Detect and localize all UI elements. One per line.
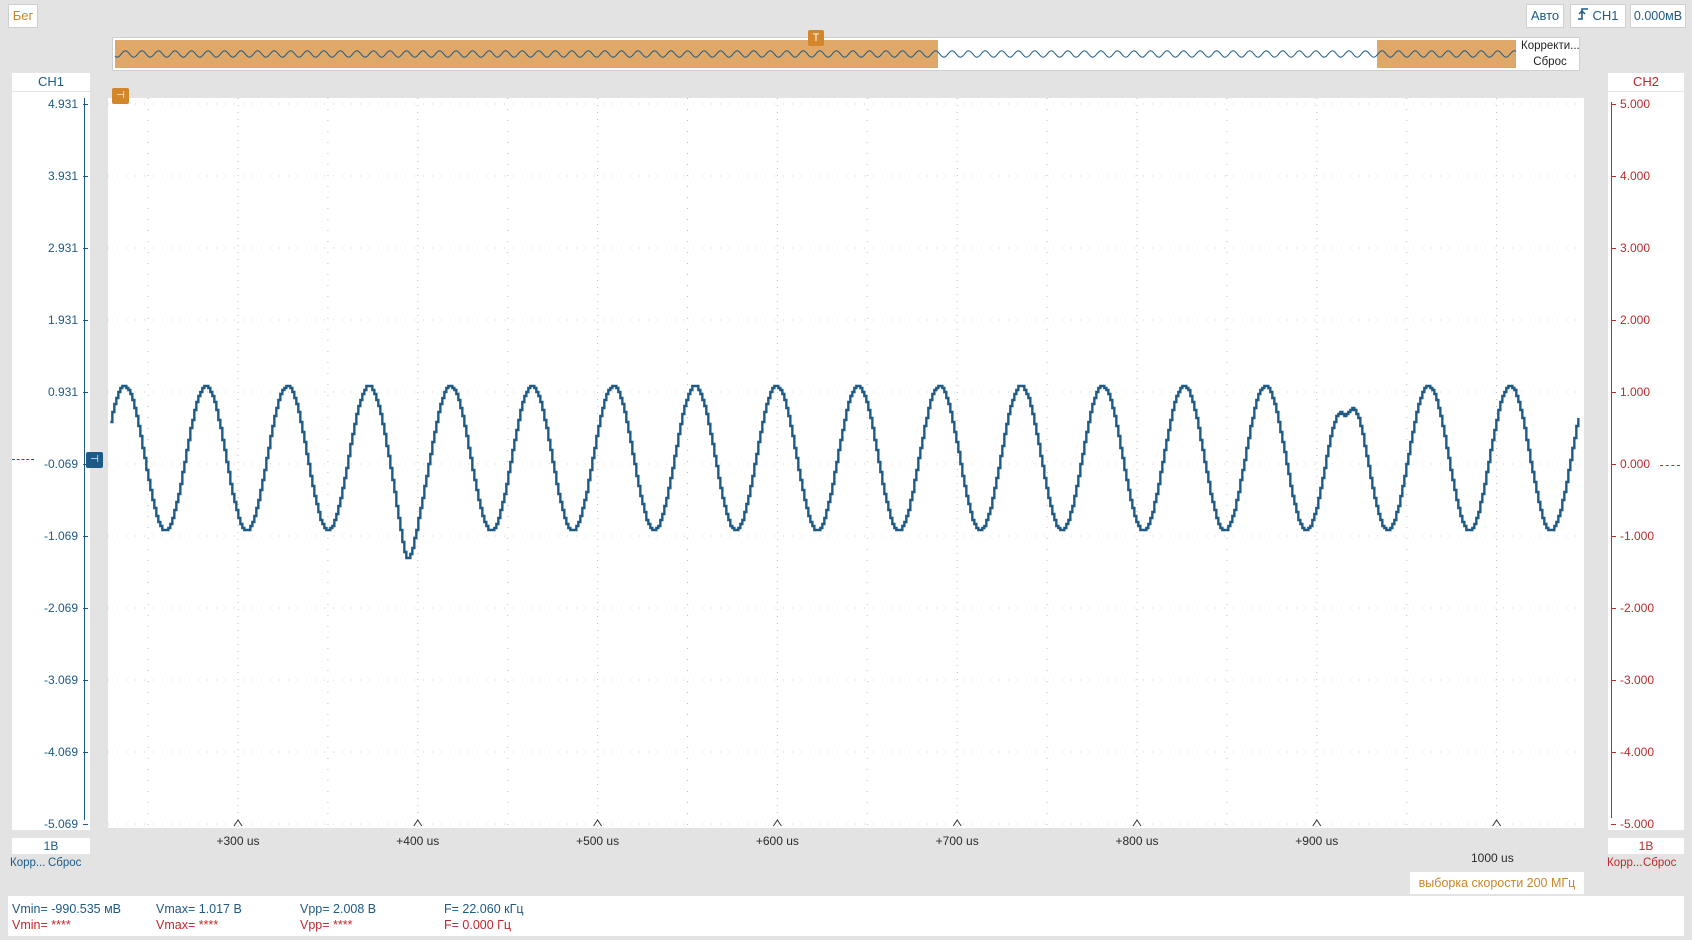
ch2-vpp: Vpp= ****: [300, 918, 353, 932]
ch2-tick-mark: [1611, 104, 1616, 105]
ch1-tick-mark: [83, 752, 88, 753]
ch2-tick-mark: [1611, 680, 1616, 681]
trigger-level-button[interactable]: 0.000мВ: [1630, 4, 1686, 28]
trigger-position-marker[interactable]: T: [808, 30, 824, 46]
time-tick-mark: [1492, 819, 1502, 827]
ch2-scale-label: 1В: [1608, 838, 1684, 854]
time-tick-label: +900 us: [1295, 834, 1339, 848]
ch1-tick-label: -5.069: [43, 817, 78, 831]
ch2-tick-label: -3.000: [1620, 673, 1655, 687]
time-tick-label: +600 us: [755, 834, 799, 848]
ch1-frequency: F= 22.060 кГц: [444, 902, 524, 916]
ch1-vmax: Vmax= 1.017 В: [156, 902, 242, 916]
ch2-tick-label: 4.000: [1620, 169, 1651, 183]
time-tick-label: +400 us: [396, 834, 440, 848]
rising-edge-icon: [1577, 6, 1589, 28]
ch2-correct-button[interactable]: Корр...: [1607, 857, 1642, 869]
ch2-tick-mark: [1611, 248, 1616, 249]
ch1-tick-label: 3.931: [47, 169, 78, 183]
ch1-axis[interactable]: 4.931 3.931 2.931 1.931 0.931 -0.069 -1.069 -2.…: [12, 92, 90, 831]
ch1-tick-mark: [83, 176, 88, 177]
ch1-tick-mark: [83, 248, 88, 249]
ch2-tick-label: -4.000: [1620, 745, 1655, 759]
ch1-tick-mark: [83, 608, 88, 609]
time-tick-label: +700 us: [935, 834, 979, 848]
ch1-tick-label: -0.069: [43, 457, 78, 471]
time-tick-label: +300 us: [216, 834, 260, 848]
ch2-tick-label: -5.000: [1620, 817, 1655, 831]
ch2-tick-label: 1.000: [1620, 385, 1651, 399]
ch1-tick-mark: [83, 536, 88, 537]
waveform-plot[interactable]: [108, 98, 1584, 828]
time-cursor-marker[interactable]: ⊣: [112, 88, 129, 104]
overview-correct-button[interactable]: Корректи...: [1521, 39, 1580, 54]
ch2-tick-mark: [1611, 320, 1616, 321]
ch1-tick-label: 4.931: [47, 97, 78, 111]
ch2-tick-mark: [1611, 824, 1616, 825]
ch2-tick-label: -2.000: [1620, 601, 1655, 615]
overview-strip[interactable]: Корректи... Сброс: [112, 37, 1580, 71]
time-tick-mark: [413, 819, 423, 827]
ch2-tick-label: 3.000: [1620, 241, 1651, 255]
time-axis-end-label: 1000 us: [1471, 851, 1514, 865]
trigger-channel-label: CH1: [1592, 8, 1619, 23]
ch2-frequency: F= 0.000 Гц: [444, 918, 512, 932]
ch1-tick-mark: [83, 680, 88, 681]
ch2-reset-button[interactable]: Сброс: [1643, 857, 1676, 869]
ch1-tick-mark: [83, 320, 88, 321]
ch2-zero-dash: [1660, 465, 1680, 466]
ch1-header[interactable]: CH1: [12, 73, 90, 91]
trigger-mode-button[interactable]: Авто: [1526, 4, 1564, 28]
plot-area[interactable]: [108, 98, 1584, 828]
ch1-zero-dash: [12, 459, 34, 460]
time-tick-mark: [233, 819, 243, 827]
ch2-tick-label: -1.000: [1620, 529, 1655, 543]
ch2-tick-mark: [1611, 536, 1616, 537]
ch2-header[interactable]: CH2: [1608, 73, 1684, 91]
ch2-tick-mark: [1611, 392, 1616, 393]
ch1-tick-mark: [83, 104, 88, 105]
ch1-tick-mark: [83, 824, 88, 825]
ch2-tick-label: 0.000: [1620, 457, 1651, 471]
ch1-waveform: [110, 384, 1580, 560]
ch1-tick-label: -4.069: [43, 745, 78, 759]
ch2-tick-label: 5.000: [1620, 97, 1651, 111]
ch2-tick-mark: [1611, 608, 1616, 609]
ch1-reset-button[interactable]: Сброс: [48, 857, 81, 869]
ch2-vmin: Vmin= ****: [12, 918, 71, 932]
ch1-correct-button[interactable]: Корр...: [10, 857, 45, 869]
ch1-ground-marker[interactable]: ⊣: [86, 452, 103, 468]
ch2-tick-label: 2.000: [1620, 313, 1651, 327]
ch2-tick-mark: [1611, 176, 1616, 177]
time-tick-label: +800 us: [1115, 834, 1159, 848]
time-tick-mark: [593, 819, 603, 827]
time-tick-label: +500 us: [576, 834, 620, 848]
ch1-tick-label: -1.069: [43, 529, 78, 543]
measurements-panel: Vmin= -990.535 мВ Vmax= 1.017 В Vpp= 2.0…: [8, 896, 1684, 936]
ch1-scale-label: 1В: [12, 838, 90, 854]
ch2-vmax: Vmax= ****: [156, 918, 219, 932]
ch1-axis-line: [84, 98, 85, 820]
trigger-source-button[interactable]: CH1: [1570, 4, 1626, 28]
ch1-tick-label: -3.069: [43, 673, 78, 687]
ch2-axis[interactable]: 5.000 4.000 3.000 2.000 1.000 0.000 -1.000 -2.0…: [1608, 92, 1684, 831]
time-tick-mark: [1312, 819, 1322, 827]
ch2-axis-line: [1611, 102, 1612, 818]
ch1-tick-label: 2.931: [47, 241, 78, 255]
ch1-vmin: Vmin= -990.535 мВ: [12, 902, 122, 916]
sample-rate-label: выборка скорости 200 МГц: [1410, 872, 1584, 894]
ch1-vpp: Vpp= 2.008 В: [300, 902, 377, 916]
overview-right-highlight: [1377, 40, 1516, 68]
ch1-tick-label: 1.931: [47, 313, 78, 327]
run-button[interactable]: Бег: [8, 4, 38, 28]
time-tick-mark: [772, 819, 782, 827]
ch1-tick-label: -2.069: [43, 601, 78, 615]
ch1-tick-label: 0.931: [47, 385, 78, 399]
ch1-tick-mark: [83, 392, 88, 393]
overview-reset-button[interactable]: Сброс: [1521, 55, 1579, 70]
time-tick-mark: [1132, 819, 1142, 827]
time-tick-mark: [952, 819, 962, 827]
ch2-tick-mark: [1611, 752, 1616, 753]
ch2-tick-mark: [1611, 464, 1616, 465]
